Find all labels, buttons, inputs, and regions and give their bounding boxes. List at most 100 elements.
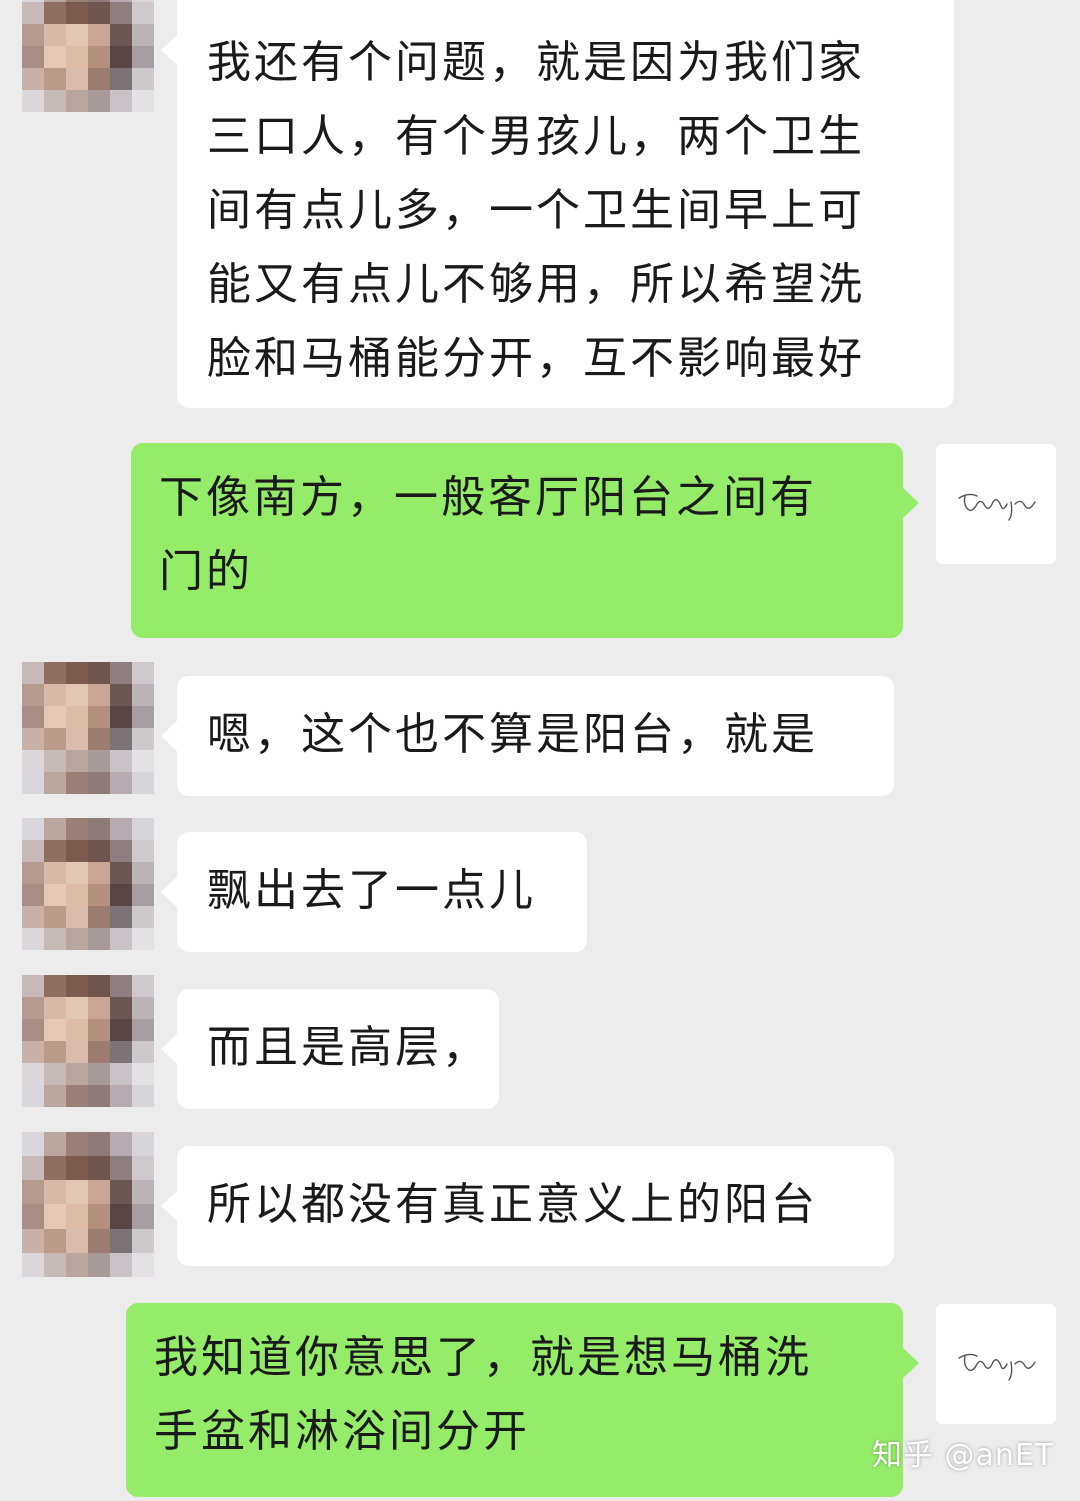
message-bubble[interactable]: 我还有个问题，就是因为我们家 三口人，有个男孩儿，两个卫生 间有点儿多，一个卫生… — [161, 0, 954, 408]
avatar-pixel — [22, 818, 44, 840]
avatar-pixel — [44, 997, 66, 1019]
avatar-pixel — [44, 772, 66, 794]
avatar-pixel — [44, 906, 66, 928]
contact-avatar[interactable] — [22, 662, 154, 794]
avatar-pixel — [44, 818, 66, 840]
avatar-pixel — [110, 1019, 132, 1041]
avatar-pixel — [132, 1204, 154, 1229]
contact-avatar[interactable] — [22, 0, 154, 112]
message-text-line: 飘出去了一点儿 — [207, 865, 536, 916]
avatar-pixel — [132, 46, 154, 68]
avatar-pixel — [22, 90, 44, 112]
avatar-pixel — [22, 884, 44, 906]
avatar-pixel — [132, 68, 154, 90]
avatar-pixel — [22, 1156, 44, 1181]
avatar-pixel — [22, 862, 44, 884]
avatar-pixel — [132, 750, 154, 772]
message-bubble[interactable]: 下像南方，一般客厅阳台之间有 门的 — [131, 443, 919, 638]
avatar-pixel — [132, 975, 154, 997]
contact-avatar[interactable] — [22, 818, 154, 950]
avatar-pixel — [66, 24, 88, 46]
avatar-pixel — [132, 24, 154, 46]
avatar-pixel — [66, 772, 88, 794]
avatar-pixel — [132, 684, 154, 706]
contact-avatar[interactable] — [22, 1132, 154, 1277]
message-bubble[interactable]: 而且是高层， — [161, 989, 499, 1109]
avatar-pixel — [66, 1252, 88, 1277]
avatar-pixel — [88, 90, 110, 112]
my-avatar[interactable] — [936, 1304, 1056, 1424]
avatar-pixel — [132, 1085, 154, 1107]
avatar-pixel — [132, 840, 154, 862]
avatar-pixel — [44, 684, 66, 706]
avatar-pixel — [66, 1228, 88, 1253]
message-bubble[interactable]: 飘出去了一点儿 — [161, 832, 587, 952]
avatar-pixel — [66, 997, 88, 1019]
avatar-pixel — [44, 1019, 66, 1041]
message-bubble[interactable]: 嗯，这个也不算是阳台，就是 — [161, 676, 894, 796]
avatar-pixel — [22, 1228, 44, 1253]
avatar-pixel — [66, 684, 88, 706]
avatar-pixel — [132, 1063, 154, 1085]
message-bubble[interactable]: 我知道你意思了，就是想马桶洗 手盆和淋浴间分开 — [126, 1303, 919, 1497]
avatar-pixel — [22, 1132, 44, 1157]
avatar-pixel — [132, 818, 154, 840]
avatar-pixel — [88, 2, 110, 24]
avatar-pixel — [110, 1041, 132, 1063]
avatar-pixel — [110, 728, 132, 750]
avatar-pixel — [44, 862, 66, 884]
avatar-pixel — [88, 862, 110, 884]
message-text-line: 我知道你意思了，就是想马桶洗 — [154, 1332, 812, 1383]
avatar-pixel — [22, 772, 44, 794]
avatar-pixel — [66, 862, 88, 884]
avatar-pixel — [66, 706, 88, 728]
message-text-line: 能又有点儿不够用，所以希望洗 — [207, 259, 865, 310]
contact-avatar[interactable] — [22, 975, 154, 1107]
avatar-pixel — [88, 840, 110, 862]
avatar-pixel — [132, 1180, 154, 1205]
avatar-pixel — [88, 46, 110, 68]
watermark: 知乎 @anET — [872, 1438, 1055, 1473]
avatar-pixel — [132, 1252, 154, 1277]
avatar-pixel — [132, 884, 154, 906]
avatar-pixel — [88, 928, 110, 950]
avatar-pixel — [110, 68, 132, 90]
message-text-line: 门的 — [159, 546, 253, 597]
avatar-pixel — [66, 1180, 88, 1205]
avatar-pixel — [110, 662, 132, 684]
avatar-pixel — [88, 818, 110, 840]
avatar-pixel — [88, 772, 110, 794]
avatar-pixel — [88, 1132, 110, 1157]
avatar-pixel — [22, 1204, 44, 1229]
avatar-pixel — [88, 1019, 110, 1041]
avatar-pixel — [22, 750, 44, 772]
message-bubble[interactable]: 所以都没有真正意义上的阳台 — [161, 1146, 894, 1266]
avatar-pixel — [44, 840, 66, 862]
avatar-pixel — [44, 24, 66, 46]
avatar-pixel — [22, 928, 44, 950]
avatar-pixel — [110, 46, 132, 68]
avatar-pixel — [44, 46, 66, 68]
avatar-pixel — [88, 1252, 110, 1277]
avatar-pixel — [88, 906, 110, 928]
avatar-pixel — [22, 1252, 44, 1277]
avatar-pixel — [88, 662, 110, 684]
avatar-pixel — [132, 1228, 154, 1253]
avatar-pixel — [132, 2, 154, 24]
avatar-pixel — [132, 928, 154, 950]
avatar-pixel — [132, 662, 154, 684]
avatar-pixel — [22, 68, 44, 90]
avatar-pixel — [110, 906, 132, 928]
avatar-pixel — [66, 728, 88, 750]
avatar-pixel — [22, 840, 44, 862]
avatar-pixel — [44, 750, 66, 772]
avatar-pixel — [132, 906, 154, 928]
avatar-pixel — [110, 997, 132, 1019]
avatar-pixel — [88, 728, 110, 750]
avatar-pixel — [66, 906, 88, 928]
message-text-line: 我还有个问题，就是因为我们家 — [207, 37, 865, 88]
avatar-pixel — [22, 1041, 44, 1063]
my-avatar[interactable] — [936, 444, 1056, 564]
avatar-pixel — [66, 90, 88, 112]
avatar-pixel — [66, 884, 88, 906]
